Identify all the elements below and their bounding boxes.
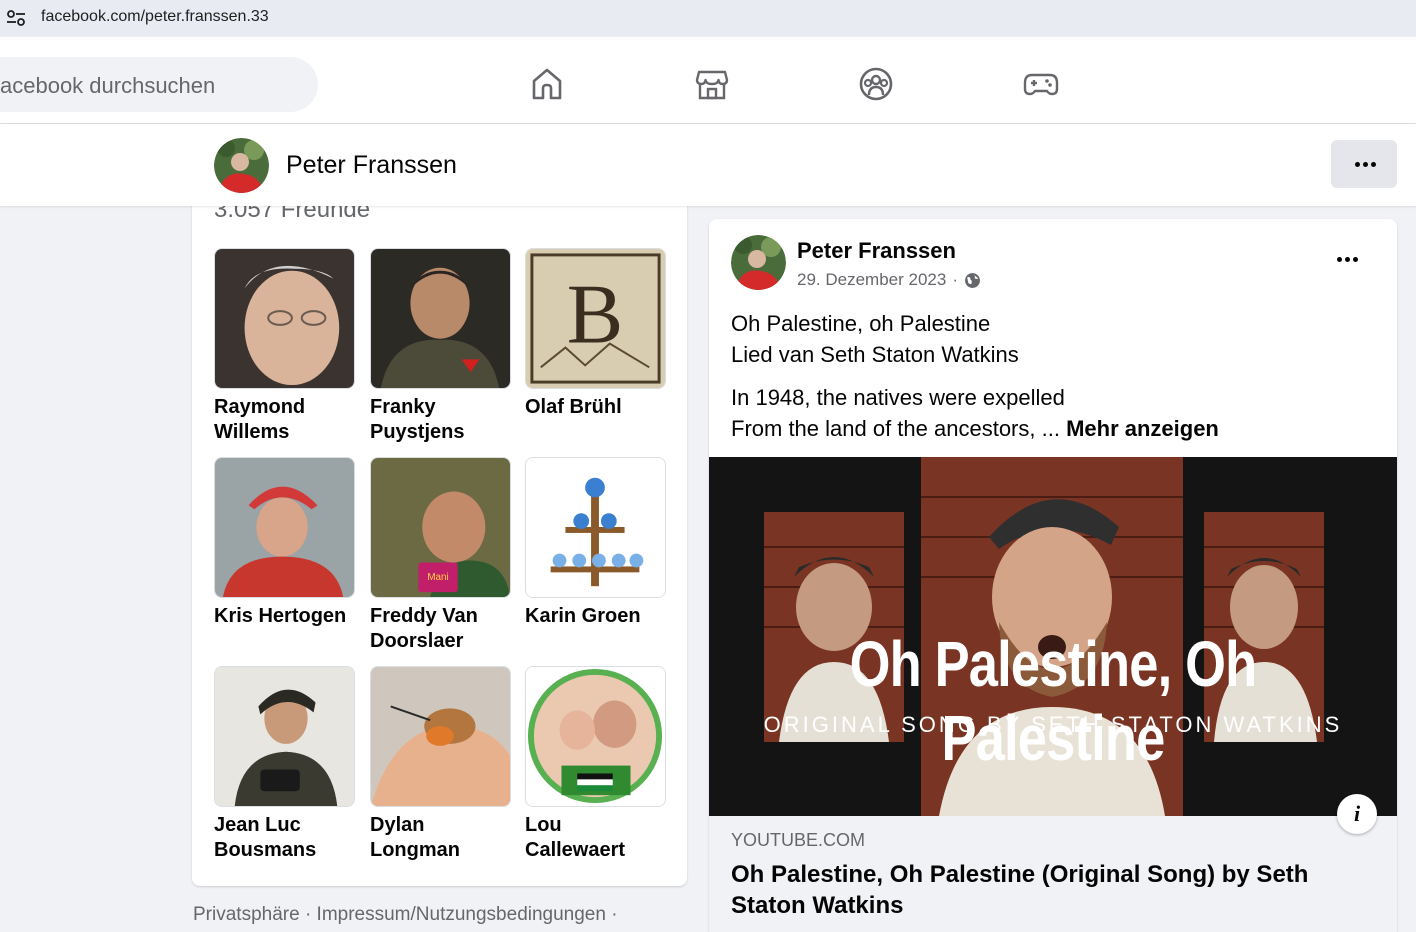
post-line: From the land of the ancestors, ... [731,416,1060,441]
gamepad-icon[interactable] [1023,66,1059,102]
post-line: Lied van Seth Staton Watkins [731,342,1019,367]
profile-more-button[interactable] [1331,140,1397,188]
profile-header-bar: Peter Franssen [0,124,1416,206]
profile-avatar[interactable] [214,138,269,193]
friend-photo[interactable] [214,248,355,389]
friend-tile[interactable]: Kris Hertogen [214,457,355,629]
svg-text:Mani: Mani [427,572,448,583]
search-input[interactable]: acebook durchsuchen [0,57,318,112]
friend-photo[interactable] [214,457,355,598]
friend-photo[interactable] [370,666,511,807]
thumbnail-title: Oh Palestine, Oh Palestine [849,628,1258,774]
friend-tile[interactable]: Karin Groen [525,457,666,629]
tune-icon[interactable] [6,9,26,27]
post-options-icon[interactable] [1337,257,1358,262]
friend-name[interactable]: Dylan Longman [370,813,511,863]
video-thumbnail[interactable]: Oh Palestine, Oh Palestine ORIGINAL SONG… [709,457,1397,816]
friend-photo[interactable]: B [525,248,666,389]
store-icon[interactable] [694,66,730,102]
info-icon[interactable]: i [1337,794,1377,834]
friend-tile[interactable]: Lou Callewaert [525,666,666,863]
post-line: In 1948, the natives were expelled [731,385,1065,410]
globe-icon [965,272,980,288]
friend-tile[interactable]: B Olaf Brühl [525,248,666,420]
browser-url-bar: facebook.com/peter.franssen.33 [0,0,1416,37]
post-author-avatar[interactable] [731,235,786,290]
friend-name[interactable]: Lou Callewaert [525,813,666,863]
link-domain: YOUTUBE.COM [731,830,866,850]
friend-photo[interactable]: Mani [370,457,511,598]
search-placeholder: acebook durchsuchen [0,73,216,98]
home-icon[interactable] [529,66,565,102]
groups-icon[interactable] [858,66,894,102]
friend-photo[interactable] [525,457,666,598]
friend-tile[interactable]: Dylan Longman [370,666,511,863]
post-card: Peter Franssen 29. Dezember 2023 · Oh Pa… [709,219,1397,932]
url-text[interactable]: facebook.com/peter.franssen.33 [41,8,269,26]
friend-name[interactable]: Raymond Willems [214,395,355,445]
more-dots-icon [1355,162,1376,167]
friend-tile[interactable]: Raymond Willems [214,248,355,445]
friend-name[interactable]: Olaf Brühl [525,395,666,420]
friend-photo[interactable] [214,666,355,807]
post-text: Oh Palestine, oh Palestine Lied van Seth… [731,308,1371,456]
friend-tile[interactable]: Franky Puystjens [370,248,511,445]
friend-name[interactable]: Franky Puystjens [370,395,511,445]
friends-card: 3.057 Freunde Raymond Willems Franky Puy… [192,180,687,886]
see-more-link[interactable]: Mehr anzeigen [1066,416,1219,441]
friend-name[interactable]: Karin Groen [525,604,666,629]
friend-photo[interactable] [525,666,666,807]
link-preview[interactable]: YOUTUBE.COM Oh Palestine, Oh Palestine (… [709,816,1397,932]
friend-tile[interactable]: Mani Freddy Van Doorslaer [370,457,511,654]
post-author-name[interactable]: Peter Franssen [797,238,956,264]
facebook-topbar: acebook durchsuchen [0,46,1416,123]
post-meta: 29. Dezember 2023 · [797,270,981,290]
friend-name[interactable]: Kris Hertogen [214,604,355,629]
meta-separator: · [952,270,958,289]
friend-name[interactable]: Jean Luc Bousmans [214,813,355,863]
link-title[interactable]: Oh Palestine, Oh Palestine (Original Son… [731,859,1371,921]
post-line: Oh Palestine, oh Palestine [731,311,991,336]
friend-name[interactable]: Freddy Van Doorslaer [370,604,511,654]
post-date[interactable]: 29. Dezember 2023 [797,270,946,290]
thumbnail-subtitle: ORIGINAL SONG BY SETH STATON WATKINS [763,712,1343,737]
footer-links[interactable]: Privatsphäre · Impressum/Nutzungsbedingu… [193,904,618,926]
friend-photo[interactable] [370,248,511,389]
browser-divider [0,37,1416,46]
friend-tile[interactable]: Jean Luc Bousmans [214,666,355,863]
profile-name[interactable]: Peter Franssen [286,151,457,180]
